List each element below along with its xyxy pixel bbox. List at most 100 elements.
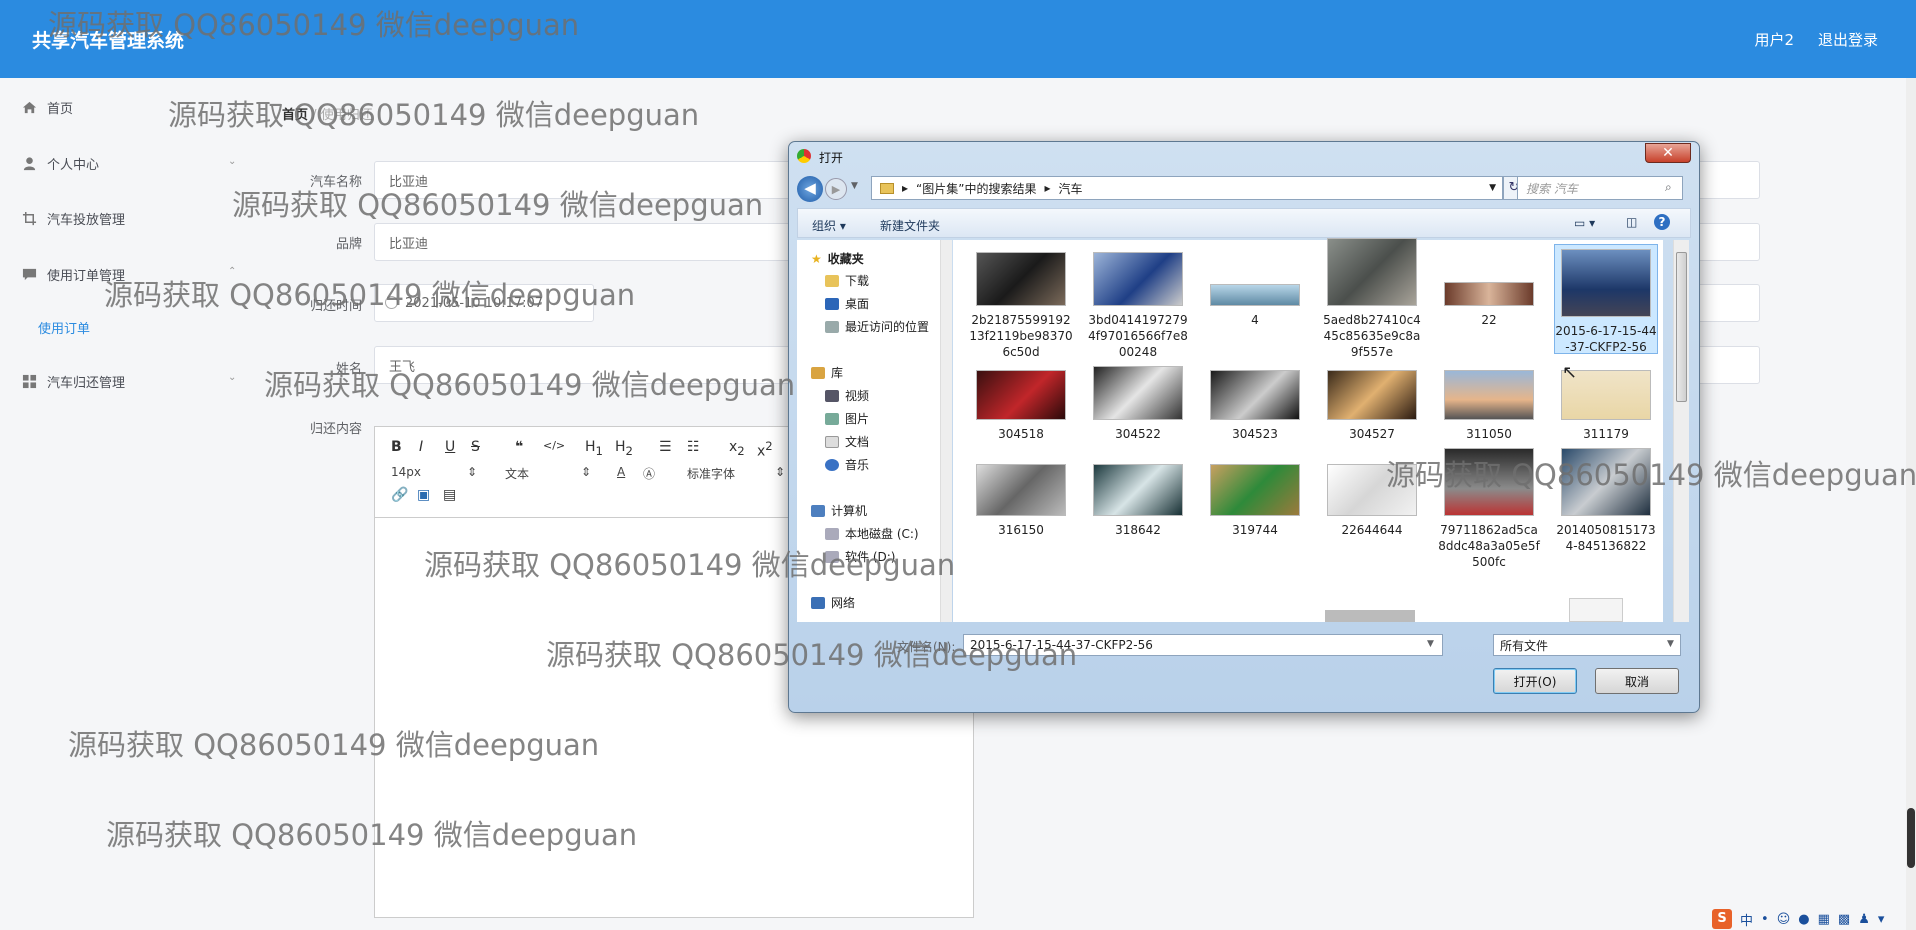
sidebar-item-order-mgmt[interactable]: 使用订单管理 xyxy=(22,265,125,284)
keyboard-icon[interactable]: ▦ xyxy=(1818,912,1830,927)
italic-button[interactable]: I xyxy=(419,439,423,455)
file-item[interactable]: 316150 xyxy=(969,462,1073,538)
video-icon[interactable]: ▤ xyxy=(443,487,456,503)
tree-scrollbar[interactable] xyxy=(940,240,952,622)
h1-button[interactable]: H1 xyxy=(585,439,603,458)
help-icon[interactable]: ? xyxy=(1654,214,1670,230)
block-type-select[interactable]: 文本 xyxy=(505,465,529,482)
tree-disk-c[interactable]: 本地磁盘 (C:) xyxy=(825,525,919,542)
scrollbar-thumb[interactable] xyxy=(1907,808,1915,868)
file-item[interactable]: 22644644 xyxy=(1320,462,1424,538)
sidebar-item-personal[interactable]: 个人中心 xyxy=(22,154,99,173)
filename-dropdown-icon[interactable]: ▼ xyxy=(1427,639,1434,649)
close-button[interactable]: ✕ xyxy=(1645,143,1691,163)
sidebar-item-home[interactable]: 首页 xyxy=(22,98,73,117)
emoji-icon[interactable]: ☺ xyxy=(1777,912,1791,927)
search-input[interactable]: 搜索 汽车 xyxy=(1517,176,1683,200)
bold-button[interactable]: B xyxy=(391,439,402,455)
image-thumbnail xyxy=(1093,366,1183,420)
strike-button[interactable]: S xyxy=(471,439,480,455)
forward-icon[interactable]: ▶ xyxy=(825,178,847,200)
user-icon[interactable]: ♟ xyxy=(1858,912,1870,927)
chevron-down-icon[interactable]: ⌄ xyxy=(228,372,236,383)
filetype-select[interactable]: 所有文件 xyxy=(1493,634,1681,656)
link-icon[interactable]: 🔗 xyxy=(391,487,408,503)
file-item[interactable]: 304527 xyxy=(1320,368,1424,442)
underline-button[interactable]: U xyxy=(445,439,455,455)
file-item[interactable]: 304523 xyxy=(1203,368,1307,442)
tree-downloads[interactable]: 下载 xyxy=(825,272,869,289)
file-item[interactable]: 311050 xyxy=(1437,368,1541,442)
return-time-picker[interactable]: 2021-05-10 10:17:07 xyxy=(374,284,594,322)
punctuation-icon[interactable]: • xyxy=(1761,912,1769,927)
code-button[interactable]: </> xyxy=(543,439,565,452)
organize-button[interactable]: 组织 ▾ xyxy=(812,217,846,234)
background-color-icon[interactable]: Ⓐ xyxy=(643,465,655,482)
logout-link[interactable]: 退出登录 xyxy=(1818,29,1878,50)
filename-input[interactable]: 2015-6-17-15-44-37-CKFP2-56 xyxy=(963,634,1443,656)
font-color-icon[interactable]: A xyxy=(617,465,625,479)
path-segment[interactable]: 汽车 xyxy=(1059,180,1083,197)
tree-disk-d[interactable]: 软件 (D:) xyxy=(825,548,895,565)
search-icon[interactable]: ⌕ xyxy=(1665,180,1672,195)
subscript-button[interactable]: x2 xyxy=(729,439,745,458)
file-item[interactable]: 2b2187559919213f2119be983706c50d xyxy=(969,250,1073,360)
bullet-list-icon[interactable]: ☷ xyxy=(687,439,700,455)
path-segment[interactable]: “图片集”中的搜索结果 xyxy=(916,180,1036,197)
view-options-icon[interactable]: ▭ ▾ xyxy=(1574,216,1595,230)
filetype-dropdown-icon[interactable]: ▼ xyxy=(1667,639,1674,649)
cancel-button[interactable]: 取消 xyxy=(1595,668,1679,694)
file-item[interactable]: 304518 xyxy=(969,368,1073,442)
tree-favorites[interactable]: ★ 收藏夹 xyxy=(811,250,864,267)
open-button[interactable]: 打开(O) xyxy=(1493,668,1577,694)
tree-pictures[interactable]: 图片 xyxy=(825,410,869,427)
new-folder-button[interactable]: 新建文件夹 xyxy=(880,217,940,234)
history-dropdown-icon[interactable]: ▼ xyxy=(851,181,858,191)
quote-button[interactable]: ❝ xyxy=(515,439,523,455)
address-dropdown-icon[interactable]: ▼ xyxy=(1489,183,1496,193)
tree-desktop[interactable]: 桌面 xyxy=(825,295,869,312)
file-item[interactable]: 319744 xyxy=(1203,462,1307,538)
file-item[interactable]: 79711862ad5ca8ddc48a3a05e5f500fc xyxy=(1437,448,1541,570)
h2-button[interactable]: H2 xyxy=(615,439,633,458)
scrollbar-thumb[interactable] xyxy=(1676,252,1687,402)
sidebar-item-return-mgmt[interactable]: 汽车归还管理 xyxy=(22,372,125,391)
breadcrumb-home[interactable]: 首页 xyxy=(282,108,308,123)
file-item[interactable]: 4 xyxy=(1203,250,1307,328)
tools-icon[interactable]: ▩ xyxy=(1838,912,1850,927)
sogou-icon[interactable]: S xyxy=(1712,909,1732,929)
tree-computer[interactable]: 计算机 xyxy=(811,502,867,519)
preview-pane-icon[interactable]: ◫ xyxy=(1626,215,1637,229)
sidebar-subitem-orders[interactable]: 使用订单 xyxy=(38,318,90,337)
tree-library[interactable]: 库 xyxy=(811,364,843,381)
file-item-selected[interactable]: 2015-6-17-15-44-37-CKFP2-56 xyxy=(1554,244,1658,354)
file-item[interactable]: 304522 xyxy=(1086,364,1190,442)
image-icon[interactable]: ▣ xyxy=(417,487,430,503)
ordered-list-icon[interactable]: ☰ xyxy=(659,439,672,455)
tree-documents[interactable]: 文档 xyxy=(825,433,869,450)
tree-network[interactable]: 网络 xyxy=(811,594,855,611)
file-grid-scrollbar[interactable] xyxy=(1673,240,1689,622)
back-icon[interactable]: ◀ xyxy=(797,176,823,202)
user-link[interactable]: 用户2 xyxy=(1754,29,1794,50)
font-size-select[interactable]: 14px xyxy=(391,465,421,479)
file-item[interactable]: 3bd04141972794f97016566f7e800248 xyxy=(1086,250,1190,360)
file-item[interactable]: 318642 xyxy=(1086,462,1190,538)
sidebar-item-car-release[interactable]: 汽车投放管理 xyxy=(22,209,125,228)
file-item[interactable]: 2014050815173 4-845136822 xyxy=(1554,448,1658,554)
ime-mode[interactable]: 中 xyxy=(1740,910,1753,929)
superscript-button[interactable]: x2 xyxy=(757,439,773,460)
tree-label: 库 xyxy=(831,366,844,380)
skin-icon[interactable]: ▾ xyxy=(1878,912,1885,927)
chevron-down-icon[interactable]: ⌄ xyxy=(228,156,236,167)
tree-music[interactable]: 音乐 xyxy=(825,456,869,473)
file-item[interactable]: 22 xyxy=(1437,250,1541,328)
chevron-up-icon[interactable]: ⌃ xyxy=(228,266,236,277)
microphone-icon[interactable]: ● xyxy=(1798,912,1809,927)
font-family-select[interactable]: 标准字体 xyxy=(687,465,735,482)
file-item[interactable]: 5aed8b27410c445c85635e9c8a9f557e xyxy=(1320,238,1424,360)
tree-videos[interactable]: 视频 xyxy=(825,387,869,404)
address-bar[interactable]: ▸ “图片集”中的搜索结果 ▸ 汽车 ▼ xyxy=(871,176,1503,200)
page-scrollbar[interactable] xyxy=(1906,78,1916,930)
tree-recent[interactable]: 最近访问的位置 xyxy=(825,318,929,335)
